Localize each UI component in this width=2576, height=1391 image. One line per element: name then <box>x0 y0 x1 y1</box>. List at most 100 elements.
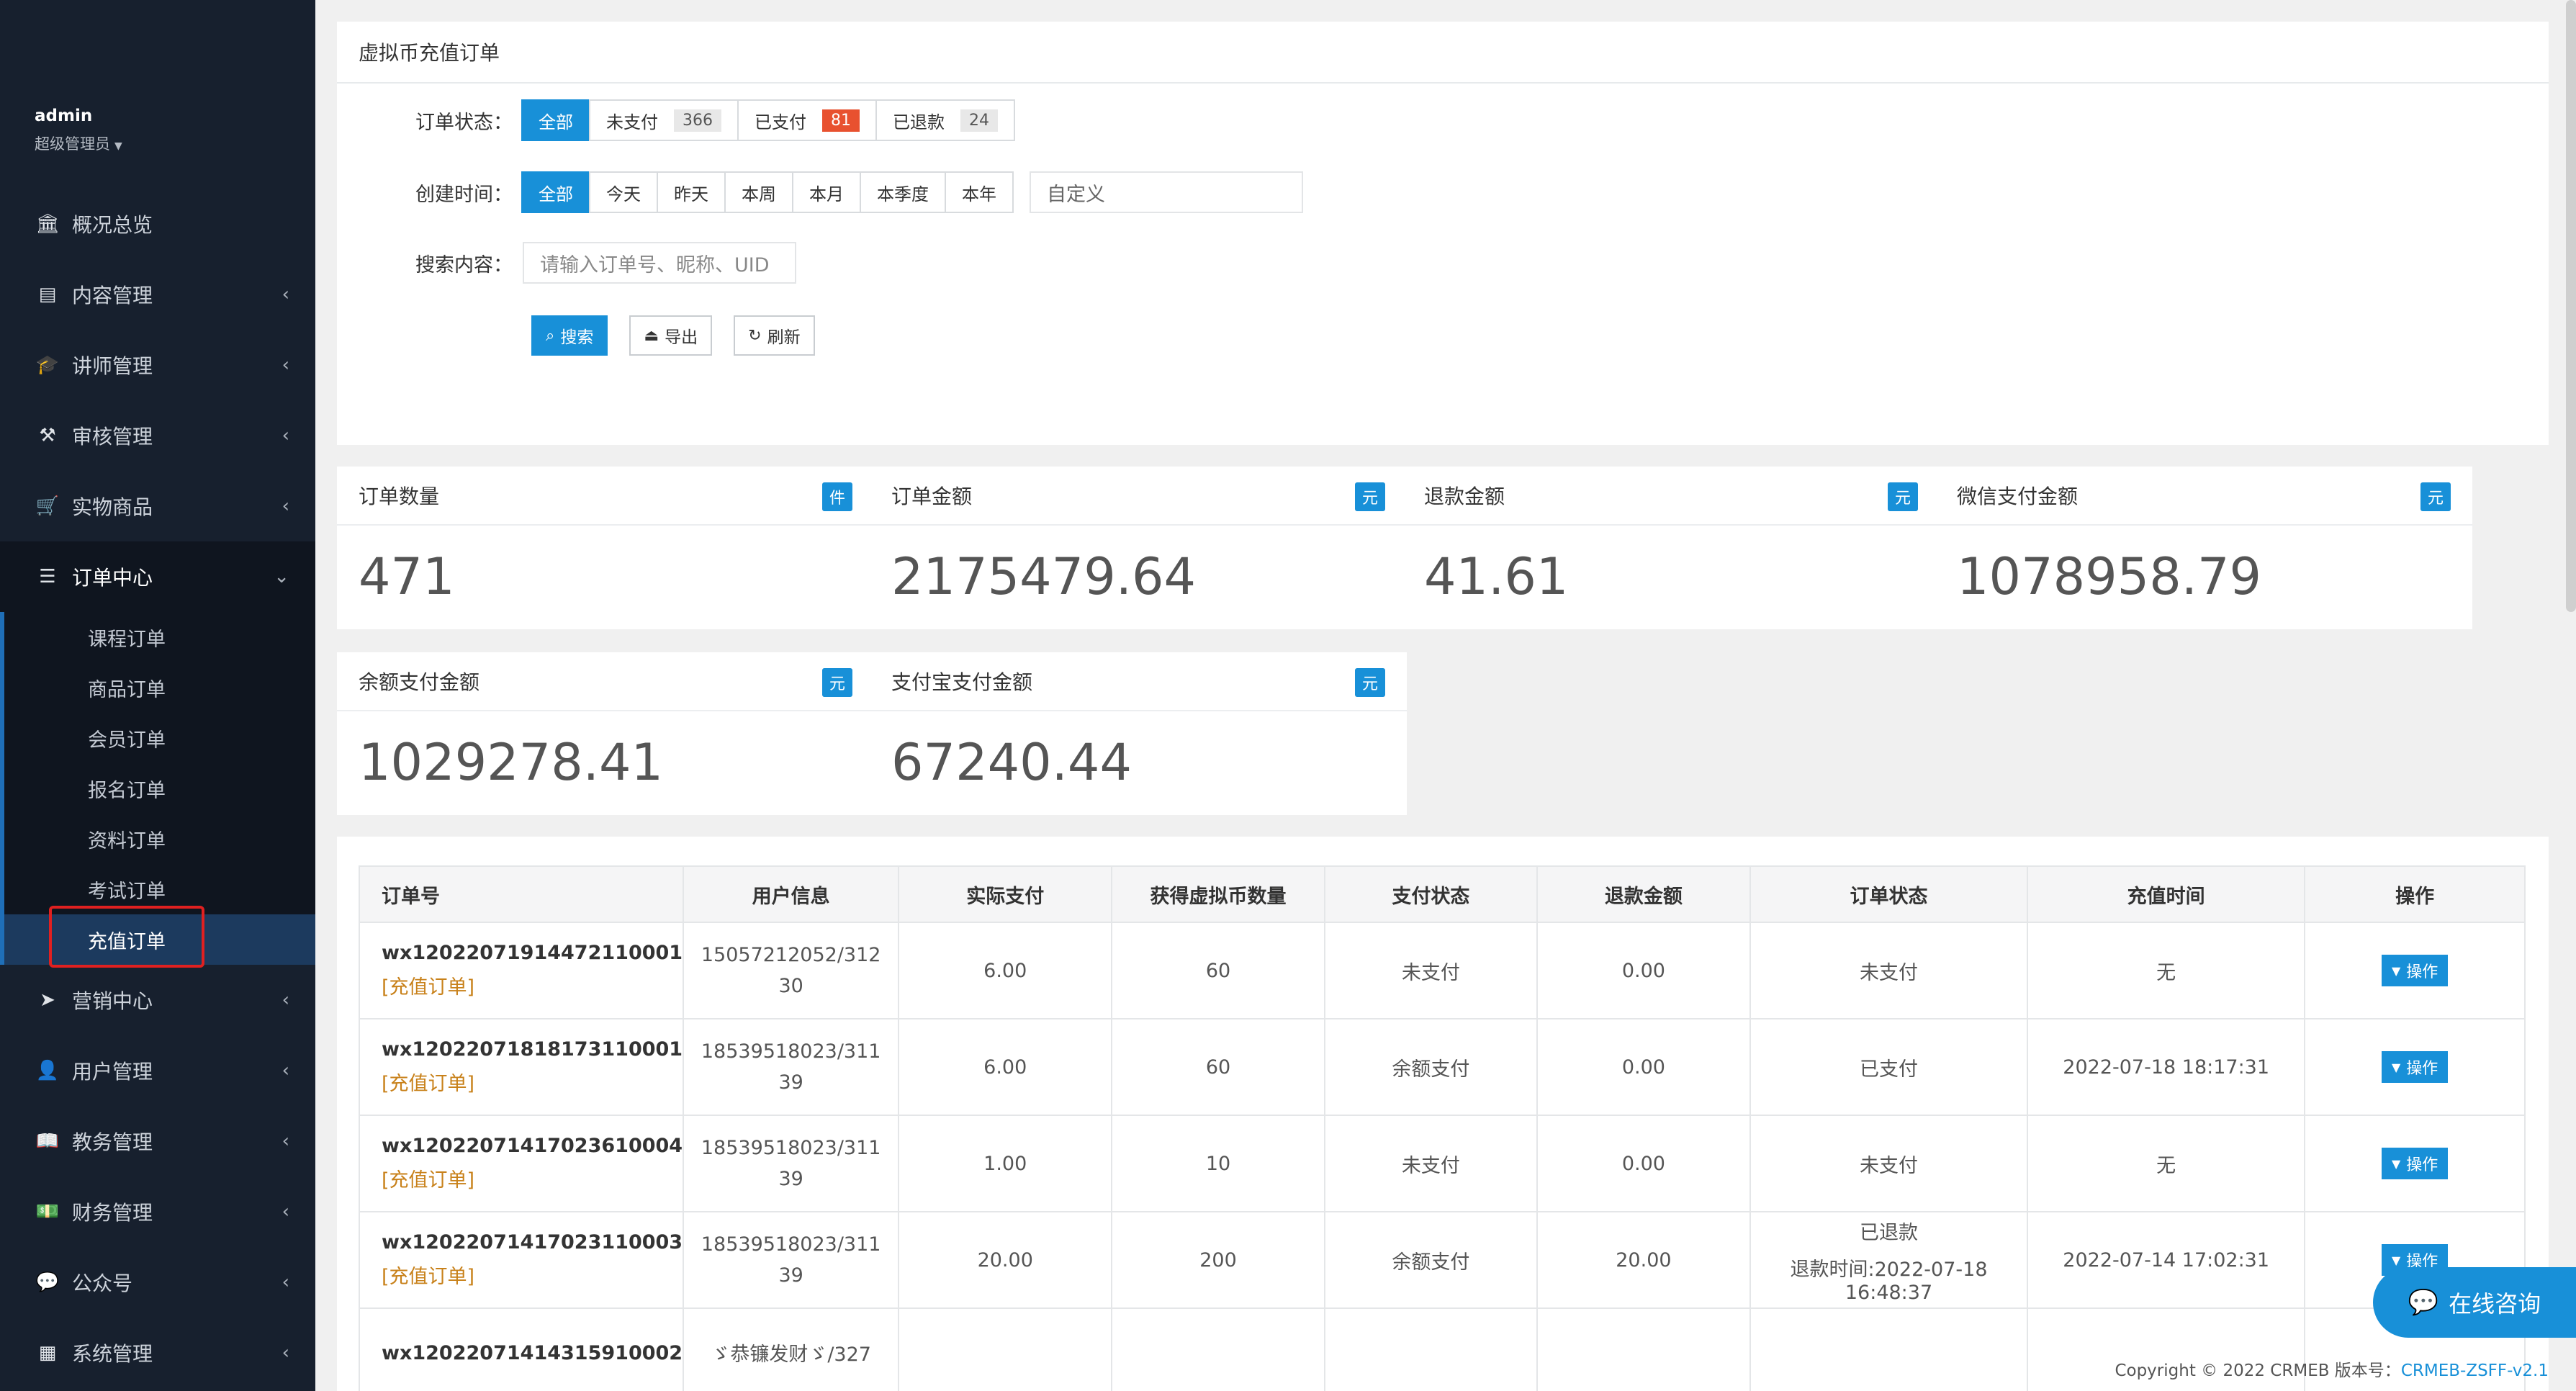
export-icon: ⏏ <box>644 326 659 345</box>
pay-status: 未支付 <box>1323 922 1538 1019</box>
paid-amount: 6.00 <box>898 1018 1113 1116</box>
stat-card: 余额支付金额 元 1029278.41 <box>337 652 874 815</box>
sidebar-item-8[interactable]: 📖 教务管理 ‹ <box>0 1106 315 1176</box>
stat-card-header: 退款金额 元 <box>1402 467 1940 526</box>
chevron-down-icon: ⌄ <box>274 566 289 588</box>
refund-amount <box>1536 1307 1751 1391</box>
order-number: wx12022071414315910002 <box>382 1341 683 1364</box>
submenu-item-1[interactable]: 商品订单 <box>4 662 315 713</box>
submenu-item-5[interactable]: 考试订单 <box>4 864 315 914</box>
search-button[interactable]: ⌕ 搜索 <box>531 315 608 356</box>
money-icon: 💵 <box>35 1201 60 1223</box>
submenu-item-4[interactable]: 资料订单 <box>4 814 315 864</box>
status-tab-3[interactable]: 已退款 24 <box>875 99 1015 141</box>
time-filter-row: 创建时间： 全部 今天 昨天 本周 本月 本季度 本年 自定义 <box>337 171 1303 213</box>
sidebar-item-10[interactable]: 💬 公众号 ‹ <box>0 1247 315 1318</box>
order-type: [充值订单] <box>382 1266 475 1288</box>
time-tab-3[interactable]: 本周 <box>724 171 793 213</box>
stat-title: 订单数量 <box>359 485 440 508</box>
scrollbar[interactable] <box>2566 0 2576 612</box>
chevron-left-icon: ‹ <box>282 1342 289 1364</box>
submenu-item-2[interactable]: 会员订单 <box>4 713 315 763</box>
stat-unit-badge: 元 <box>1354 482 1385 511</box>
pay-status <box>1323 1307 1538 1391</box>
user-role-dropdown[interactable]: 超级管理员 ▼ <box>35 132 122 154</box>
search-label: 搜索内容： <box>415 253 513 276</box>
version-link[interactable]: CRMEB-ZSFF-v2.1 <box>2401 1361 2549 1380</box>
sidebar-item-3[interactable]: ⚒ 审核管理 ‹ <box>0 400 315 471</box>
newspaper-icon: ▤ <box>38 284 57 305</box>
sidebar-item-label: 财务管理 <box>72 1201 153 1225</box>
order-status-cell <box>1749 1307 2029 1391</box>
search-icon: ⌕ <box>546 326 555 345</box>
sidebar-item-4[interactable]: 🛒 实物商品 ‹ <box>0 471 315 541</box>
operation-button[interactable]: ▼ 操作 <box>2381 955 2449 986</box>
stat-value: 67240.44 <box>891 733 1132 792</box>
export-button-label: 导出 <box>665 328 698 347</box>
status-tab-2[interactable]: 已支付 81 <box>737 99 877 141</box>
chevron-left-icon: ‹ <box>282 1130 289 1152</box>
time-tab-2[interactable]: 昨天 <box>657 171 726 213</box>
order-number: wx12022071818173110001 <box>382 1038 683 1061</box>
chevron-left-icon: ‹ <box>282 989 289 1011</box>
time-tab-6[interactable]: 本年 <box>945 171 1014 213</box>
operation-button[interactable]: ▼ 操作 <box>2381 1051 2449 1083</box>
custom-date-input[interactable]: 自定义 <box>1030 171 1303 213</box>
user-info-line2: 39 <box>778 1071 803 1094</box>
page-title: 虚拟币充值订单 <box>337 22 2549 84</box>
user-info-line2: 30 <box>778 975 803 997</box>
refund-amount: 0.00 <box>1536 922 1751 1019</box>
order-status: 已退款 <box>1859 1221 1918 1244</box>
submenu-item-0[interactable]: 课程订单 <box>4 612 315 662</box>
online-chat-button[interactable]: 💬 在线咨询 <box>2373 1267 2576 1338</box>
stat-card-header: 微信支付金额 元 <box>1935 467 2472 526</box>
chat-icon: 💬 <box>2408 1288 2439 1317</box>
column-header: 退款金额 <box>1536 865 1751 923</box>
status-tab-label: 已支付 <box>755 112 806 132</box>
refresh-button[interactable]: ↻ 刷新 <box>734 315 815 356</box>
stat-title: 微信支付金额 <box>1957 485 2079 508</box>
sidebar-item-6[interactable]: ➤ 营销中心 ‹ <box>0 965 315 1035</box>
table-row: wx12022071417023610004 [充值订单] 18539518023/… <box>358 1115 2526 1212</box>
sidebar-item-11[interactable]: ▦ 系统管理 ‹ <box>0 1318 315 1388</box>
sidebar-item-label: 用户管理 <box>72 1060 153 1084</box>
main-content: 虚拟币充值订单 订单状态： 全部 未支付 366 已支付 81 已退款 24 创建时间： 全… <box>315 0 2576 1391</box>
table-row: wx12022071914472110001 [充值订单] 15057212052/… <box>358 922 2526 1019</box>
column-header: 获得虚拟币数量 <box>1111 865 1325 923</box>
table-header-row: 订单号 用户信息 实际支付 获得虚拟币数量 支付状态 退款金额 订单状态 充值时间 操作 <box>358 865 2526 923</box>
search-button-label: 搜索 <box>560 328 594 347</box>
time-tab-1[interactable]: 今天 <box>589 171 658 213</box>
sidebar-item-9[interactable]: 💵 财务管理 ‹ <box>0 1176 315 1247</box>
coin-amount: 60 <box>1111 922 1325 1019</box>
column-header: 支付状态 <box>1323 865 1538 923</box>
recharge-time: 无 <box>2027 1115 2306 1212</box>
sidebar-item-0[interactable]: 🏛概况总览‹ <box>0 189 315 259</box>
cart-icon: 🛒 <box>35 495 60 517</box>
sidebar-item-5[interactable]: ☰ 订单中心 ⌄ <box>0 541 315 612</box>
user-info-line1: 18539518023/311 <box>701 1233 881 1256</box>
user-info-cell: ゞ恭镰发财ゞ/327 <box>683 1307 900 1391</box>
sidebar-item-2[interactable]: 🎓 讲师管理 ‹ <box>0 330 315 400</box>
time-tab-4[interactable]: 本月 <box>792 171 861 213</box>
user-name: admin <box>35 107 93 125</box>
order-submenu: 课程订单 商品订单 会员订单 报名订单 资料订单 考试订单 充值订单 <box>0 612 315 965</box>
time-tab-5[interactable]: 本季度 <box>860 171 946 213</box>
stat-title: 订单金额 <box>891 485 973 508</box>
time-tab-0[interactable]: 全部 <box>521 171 590 213</box>
operation-cell: ▼ 操作 <box>2304 922 2526 1019</box>
order-number-cell: wx12022071914472110001 [充值订单] <box>358 922 685 1019</box>
export-button[interactable]: ⏏ 导出 <box>629 315 713 356</box>
coin-amount <box>1111 1307 1325 1391</box>
submenu-item-3[interactable]: 报名订单 <box>4 763 315 814</box>
filter-panel: 虚拟币充值订单 订单状态： 全部 未支付 366 已支付 81 已退款 24 创建时间： 全… <box>337 22 2549 445</box>
order-number-cell: wx12022071417023110003 [充值订单] <box>358 1211 685 1309</box>
user-info-line1: ゞ恭镰发财ゞ/327 <box>711 1343 871 1366</box>
operation-button[interactable]: ▼ 操作 <box>2381 1148 2449 1179</box>
status-tab-0[interactable]: 全部 <box>521 99 590 141</box>
status-tab-1[interactable]: 未支付 366 <box>589 99 739 141</box>
sidebar-item-7[interactable]: 👤 用户管理 ‹ <box>0 1035 315 1106</box>
sidebar-item-1[interactable]: ▤ 内容管理 ‹ <box>0 259 315 330</box>
search-input[interactable]: 请输入订单号、昵称、UID <box>523 242 796 284</box>
submenu-item-6[interactable]: 充值订单 <box>4 914 315 965</box>
stat-card: 支付宝支付金额 元 67240.44 <box>870 652 1407 815</box>
